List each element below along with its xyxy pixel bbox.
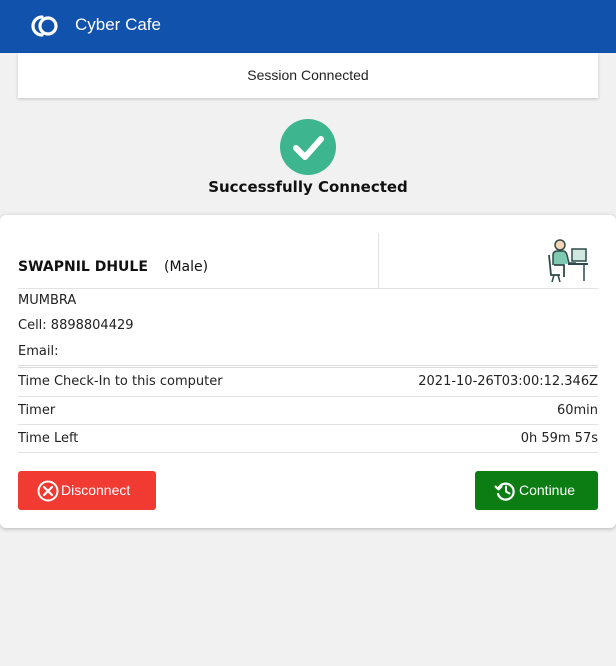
user-gender: (Male) [164, 259, 209, 275]
app-title: Cyber Cafe [75, 15, 161, 34]
detail-value: 60min [556, 403, 598, 418]
detail-row-timer: Timer 60min [18, 396, 598, 424]
user-cell: Cell: 8898804429 [18, 318, 134, 333]
close-circle-icon [37, 480, 59, 502]
user-name-cell: SWAPNIL DHULE (Male) [18, 233, 379, 289]
continue-label: Continue [519, 482, 576, 498]
detail-row-time-left: Time Left 0h 59m 57s [18, 424, 598, 452]
detail-value: 2021-10-26T03:00:12.346Z [418, 374, 598, 389]
user-location: MUMBRA [18, 293, 77, 308]
continue-button[interactable]: Continue [475, 471, 598, 510]
detail-label: Timer [18, 403, 56, 418]
user-email: Email: [18, 344, 59, 359]
detail-label: Time Left [18, 431, 79, 446]
success-message: Successfully Connected [208, 178, 408, 196]
person-at-computer-icon [548, 239, 588, 283]
history-icon [494, 482, 515, 501]
session-status-bar: Session Connected [18, 53, 598, 98]
user-session-card: SWAPNIL DHULE (Male) MUMBRA Cell: 889880… [0, 215, 616, 528]
app-header: Cyber Cafe [0, 0, 616, 53]
divider [18, 452, 598, 453]
disconnect-button[interactable]: Disconnect [18, 471, 156, 510]
check-circle-icon [280, 119, 336, 175]
user-name: SWAPNIL DHULE [18, 259, 148, 275]
detail-row-checkin: Time Check-In to this computer 2021-10-2… [18, 365, 598, 393]
disconnect-label: Disconnect [61, 482, 131, 498]
detail-value: 0h 59m 57s [520, 431, 598, 446]
app-logo-icon [31, 15, 58, 37]
user-header-row: SWAPNIL DHULE (Male) [18, 233, 598, 289]
detail-label: Time Check-In to this computer [18, 374, 223, 389]
